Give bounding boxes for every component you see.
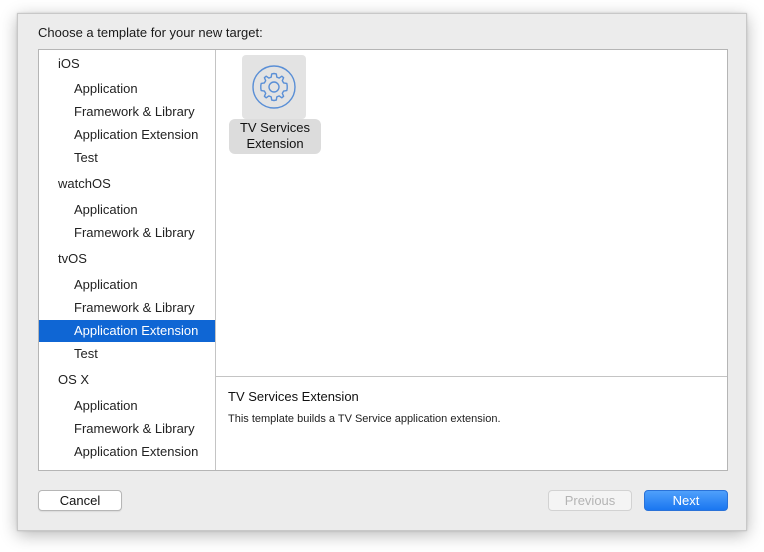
sidebar-item-ios-framework-library[interactable]: Framework & Library: [39, 101, 215, 123]
next-button[interactable]: Next: [644, 490, 728, 511]
sidebar-item-tvos-application-extension[interactable]: Application Extension: [39, 320, 215, 342]
description-title: TV Services Extension: [228, 389, 359, 404]
sidebar-item-ios: iOS: [58, 56, 80, 71]
sidebar-item-tvos: tvOS: [58, 251, 87, 266]
template-grid: TV Services Extension TV Services Extens…: [216, 50, 727, 470]
sidebar-item-tvos-framework-library[interactable]: Framework & Library: [39, 297, 215, 319]
sidebar-item-watchos: watchOS: [58, 176, 111, 191]
sidebar-item-ios-test[interactable]: Test: [39, 147, 215, 169]
template-chooser-panel: iOS Application Framework & Library Appl…: [38, 49, 728, 471]
template-tile-tv-services-extension[interactable]: TV Services Extension: [229, 53, 321, 154]
sidebar-item-ios-application[interactable]: Application: [39, 78, 215, 100]
sidebar-item-osx-application-extension[interactable]: Application Extension: [39, 441, 215, 463]
dialog-prompt: Choose a template for your new target:: [38, 25, 263, 40]
sidebar-item-ios-application-extension[interactable]: Application Extension: [39, 124, 215, 146]
sidebar-item-tvos-application[interactable]: Application: [39, 274, 215, 296]
description-text: This template builds a TV Service applic…: [228, 413, 501, 425]
sidebar-item-tvos-test[interactable]: Test: [39, 343, 215, 365]
template-description: TV Services Extension This template buil…: [216, 376, 727, 470]
sidebar-item-osx-framework-library[interactable]: Framework & Library: [39, 418, 215, 440]
template-tile-label: TV Services Extension: [229, 119, 321, 154]
sidebar-item-watchos-application[interactable]: Application: [39, 199, 215, 221]
previous-button[interactable]: Previous: [548, 490, 632, 511]
gear-icon: [252, 65, 296, 109]
template-icon-background: [242, 55, 306, 119]
sidebar-item-osx: OS X: [58, 372, 90, 387]
template-tile-label-line2: Extension: [246, 136, 304, 151]
template-tile-label-line1: TV Services: [239, 120, 311, 135]
sidebar-item-watchos-framework-library[interactable]: Framework & Library: [39, 222, 215, 244]
new-target-dialog: Choose a template for your new target: i…: [17, 13, 747, 531]
cancel-button[interactable]: Cancel: [38, 490, 122, 511]
platform-sidebar: iOS Application Framework & Library Appl…: [39, 50, 216, 470]
sidebar-item-osx-application[interactable]: Application: [39, 395, 215, 417]
